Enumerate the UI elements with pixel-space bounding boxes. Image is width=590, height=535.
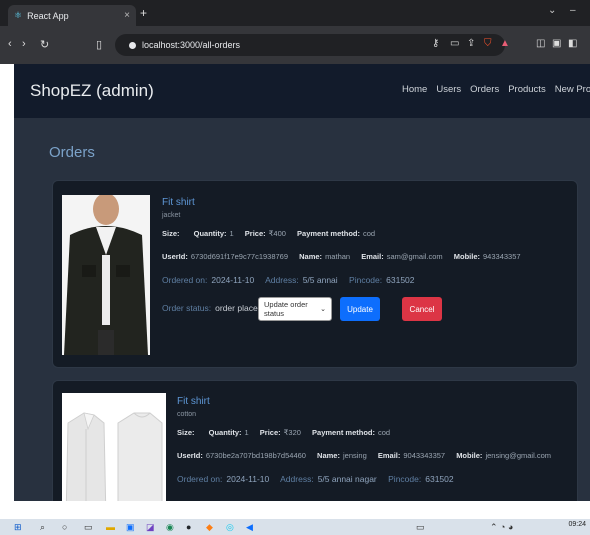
share-icon[interactable]: ⇪ bbox=[467, 38, 475, 49]
nav-orders[interactable]: Orders bbox=[470, 84, 499, 95]
sidebar-icon[interactable]: ◫ bbox=[536, 38, 545, 49]
forward-icon[interactable]: › bbox=[22, 38, 26, 50]
extensions-icon[interactable]: ▣ bbox=[552, 38, 561, 49]
nav-links: Home Users Orders Products New Product L bbox=[402, 84, 590, 95]
screen-icon[interactable]: ▭ bbox=[416, 522, 425, 533]
order-card: Fit shirt cotton Size: Quantity: 1 Price:… bbox=[52, 380, 578, 501]
wallet-icon[interactable]: ◧ bbox=[568, 38, 577, 49]
taskbar-clock[interactable]: 09:24 bbox=[568, 521, 586, 528]
app-navbar: ShopEZ (admin) Home Users Orders Product… bbox=[14, 64, 590, 118]
react-icon: ⚛ bbox=[14, 10, 23, 20]
nav-products[interactable]: Products bbox=[508, 84, 546, 95]
reload-icon[interactable]: ↻ bbox=[40, 38, 49, 51]
app-icon[interactable]: ◪ bbox=[146, 522, 155, 533]
close-tab-icon[interactable]: × bbox=[124, 10, 130, 21]
brave-icon[interactable]: ◆ bbox=[206, 522, 213, 533]
back-icon[interactable]: ‹ bbox=[8, 38, 12, 50]
product-title: Fit shirt bbox=[177, 396, 210, 407]
customer-details-row: UserId: 6730be2a707bd198b7d54460 Name: jen… bbox=[177, 451, 551, 460]
site-info-icon[interactable] bbox=[129, 41, 136, 49]
shipping-details-row: Ordered on: 2024-11-10 Address: 5/5 annai … bbox=[162, 275, 415, 285]
new-tab-icon[interactable]: + bbox=[140, 6, 147, 20]
key-icon[interactable]: ⚷ bbox=[432, 38, 439, 49]
rewards-icon[interactable]: ▲ bbox=[500, 38, 510, 49]
task-view-icon[interactable]: ▭ bbox=[84, 522, 93, 533]
file-explorer-icon[interactable]: ▬ bbox=[106, 522, 115, 532]
edge-icon[interactable]: ◉ bbox=[166, 522, 174, 533]
search-icon[interactable]: ⌕ bbox=[40, 522, 45, 533]
cortana-icon[interactable]: ○ bbox=[62, 522, 67, 532]
product-description: jacket bbox=[162, 212, 181, 219]
order-details-row: Size: Quantity: 1 Price: ₹400 Payment meth… bbox=[162, 229, 376, 238]
order-details-row: Size: Quantity: 1 Price: ₹320 Payment meth… bbox=[177, 428, 391, 437]
update-button[interactable]: Update bbox=[340, 297, 380, 321]
brave-shield-icon[interactable]: ⛉ bbox=[484, 38, 492, 49]
chevron-down-icon[interactable]: ⌄ bbox=[548, 5, 556, 16]
browser-tab-bar: ⚛ React App × + ⌄ – bbox=[0, 0, 590, 26]
nav-users[interactable]: Users bbox=[436, 84, 461, 95]
nav-home[interactable]: Home bbox=[402, 84, 427, 95]
order-card: Fit shirt jacket Size: Quantity: 1 Price:… bbox=[52, 180, 578, 368]
brand-title[interactable]: ShopEZ (admin) bbox=[30, 81, 154, 101]
page-title: Orders bbox=[49, 144, 95, 161]
store-icon[interactable]: ▣ bbox=[126, 522, 135, 533]
product-description: cotton bbox=[177, 411, 197, 418]
address-bar-row: ‹ › ↻ ▯ localhost:3000/all-orders ⚷ ▭ ⇪ … bbox=[0, 26, 590, 64]
product-title: Fit shirt bbox=[162, 197, 195, 208]
minimize-icon[interactable]: – bbox=[570, 5, 576, 16]
product-image bbox=[62, 195, 150, 355]
start-icon[interactable]: ⊞ bbox=[14, 522, 22, 533]
browser-tab[interactable]: ⚛ React App × bbox=[8, 5, 136, 26]
chevron-down-icon: ⌄ bbox=[320, 306, 326, 313]
customer-details-row: UserId: 6730d691f17e9c77c1938769 Name: mat… bbox=[162, 252, 521, 261]
url-text: localhost:3000/all-orders bbox=[142, 40, 241, 50]
github-icon[interactable]: ● bbox=[186, 522, 191, 532]
vscode-icon[interactable]: ◀ bbox=[246, 522, 253, 533]
cast-icon[interactable]: ▭ bbox=[450, 38, 459, 49]
url-field[interactable]: localhost:3000/all-orders bbox=[115, 34, 505, 56]
chrome-icon[interactable]: ◎ bbox=[226, 522, 234, 533]
bookmark-icon[interactable]: ▯ bbox=[96, 38, 102, 51]
order-status-select[interactable]: Update order status ⌄ bbox=[258, 297, 332, 321]
page-viewport: ShopEZ (admin) Home Users Orders Product… bbox=[14, 64, 590, 501]
shipping-details-row: Ordered on: 2024-11-10 Address: 5/5 annai … bbox=[177, 474, 454, 484]
order-status-row: Order status: order placed bbox=[162, 303, 263, 313]
product-image bbox=[62, 393, 166, 501]
tray-icons[interactable]: ⌃ ◔ ◕ bbox=[490, 522, 513, 533]
nav-new-product[interactable]: New Product bbox=[555, 84, 590, 95]
tab-title: React App bbox=[27, 10, 69, 21]
cancel-button[interactable]: Cancel bbox=[402, 297, 442, 321]
os-taskbar: ⊞ ⌕ ○ ▭ ▬ ▣ ◪ ◉ ● ◆ ◎ ◀ ▭ ⌃ ◔ ◕ 09:24 bbox=[0, 519, 590, 535]
